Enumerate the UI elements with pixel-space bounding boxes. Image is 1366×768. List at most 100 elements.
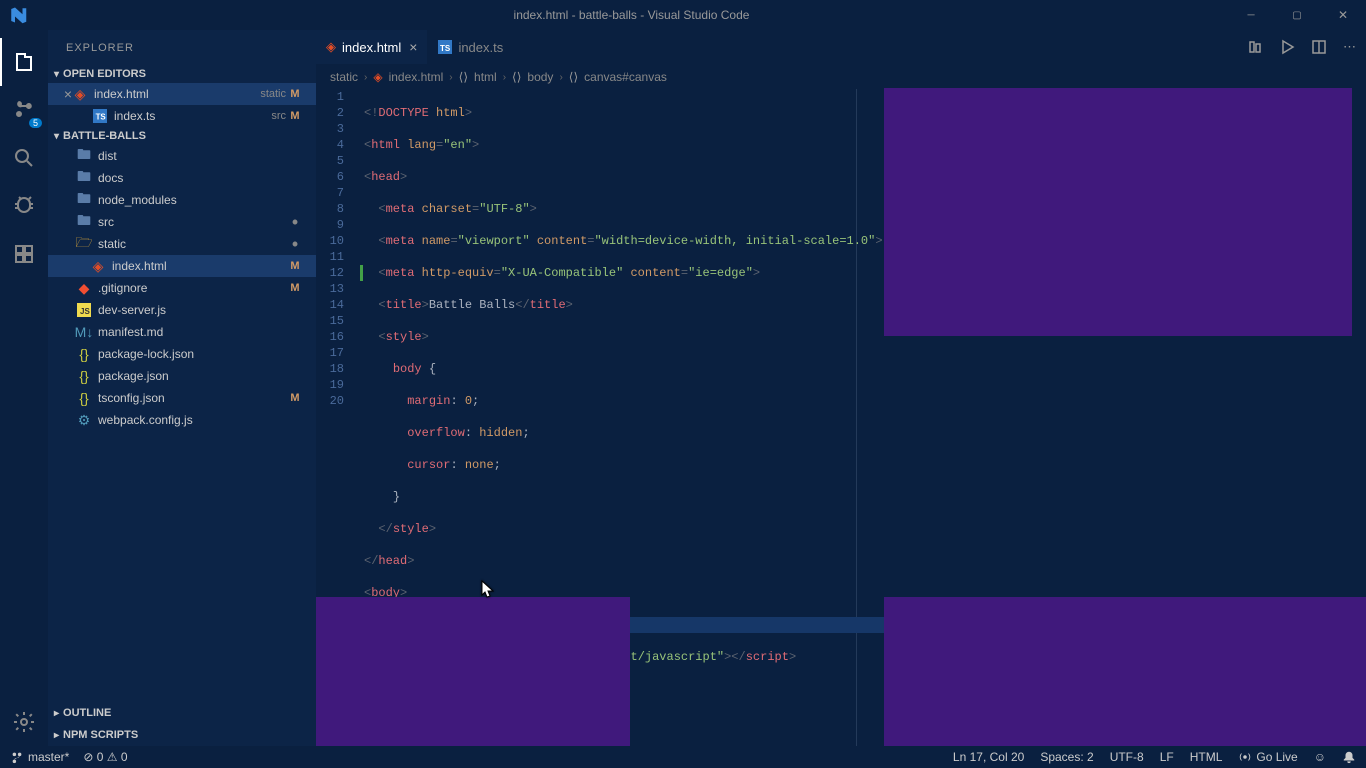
tree-folder[interactable]: 🖿node_modules: [48, 189, 316, 211]
tree-label: static: [98, 237, 286, 251]
encoding[interactable]: UTF-8: [1110, 750, 1144, 764]
tree-label: node_modules: [98, 193, 304, 207]
brackets-icon: ⟨⟩: [569, 70, 578, 84]
folder-open-icon: 🗁: [76, 236, 92, 252]
tree-file[interactable]: JSdev-server.js: [48, 299, 316, 321]
tree-file[interactable]: ⚙webpack.config.js: [48, 409, 316, 431]
brackets-icon: ⟨⟩: [459, 70, 468, 84]
html-file-icon: ◈: [72, 86, 88, 102]
brackets-icon: ⟨⟩: [512, 70, 521, 84]
tree-folder[interactable]: 🖿 dist: [48, 145, 316, 167]
eol[interactable]: LF: [1160, 750, 1174, 764]
chevron-down-icon: ▾: [54, 131, 59, 142]
breadcrumb-item[interactable]: static: [330, 70, 358, 84]
tree-label: dist: [98, 149, 304, 163]
tab-index-ts[interactable]: TS index.ts: [428, 30, 514, 64]
tree-file[interactable]: ◈index.htmlM: [48, 255, 316, 277]
npm-label: NPM SCRIPTS: [63, 729, 138, 741]
tree-folder[interactable]: 🖿src•: [48, 211, 316, 233]
chevron-right-icon: ▸: [54, 708, 59, 719]
config-file-icon: ⚙: [76, 412, 92, 428]
chevron-right-icon: ▸: [54, 730, 59, 741]
explorer-sidebar: EXPLORER ▾ OPEN EDITORS × ◈ index.html s…: [48, 30, 316, 746]
open-editors-section[interactable]: ▾ OPEN EDITORS: [48, 65, 316, 83]
modified-dot: •: [286, 241, 304, 247]
open-editor-item[interactable]: TS index.ts src M: [48, 105, 316, 127]
chevron-right-icon: ›: [559, 72, 562, 83]
open-editors-label: OPEN EDITORS: [63, 68, 146, 80]
modified-badge: M: [286, 88, 304, 100]
window-title: index.html - battle-balls - Visual Studi…: [35, 8, 1228, 22]
chevron-right-icon: ›: [503, 72, 506, 83]
ts-file-icon: TS: [92, 108, 108, 124]
folder-icon: 🖿: [76, 148, 92, 164]
html-file-icon: ◈: [326, 39, 336, 55]
tree-file[interactable]: {}package.json: [48, 365, 316, 387]
go-live[interactable]: Go Live: [1238, 750, 1297, 764]
folder-icon: 🖿: [76, 214, 92, 230]
html-file-icon: ◈: [373, 70, 382, 84]
feedback-icon[interactable]: ☺: [1314, 750, 1326, 764]
activity-explorer-icon[interactable]: [0, 38, 48, 86]
tree-label: package-lock.json: [98, 347, 304, 361]
split-editor-icon[interactable]: [1311, 39, 1327, 55]
tab-close-icon[interactable]: ×: [409, 39, 417, 55]
compare-changes-icon[interactable]: [1247, 39, 1263, 55]
chevron-right-icon: ›: [449, 72, 452, 83]
tab-index-html[interactable]: ◈ index.html ×: [316, 30, 428, 64]
window-close-button[interactable]: [1320, 0, 1366, 30]
modified-badge: M: [286, 392, 304, 404]
tree-file[interactable]: M↓manifest.md: [48, 321, 316, 343]
editor-tabs: ◈ index.html × TS index.ts ⋯: [316, 30, 1366, 65]
overlay-region: [884, 597, 1366, 746]
ts-file-icon: TS: [438, 40, 452, 54]
activity-extensions-icon[interactable]: [0, 230, 48, 278]
tree-label: .gitignore: [98, 281, 286, 295]
tree-label: tsconfig.json: [98, 391, 286, 405]
outline-label: OUTLINE: [63, 707, 111, 719]
breadcrumbs[interactable]: static › ◈ index.html › ⟨⟩ html › ⟨⟩ bod…: [316, 65, 1366, 89]
breadcrumb-item[interactable]: canvas#canvas: [584, 70, 667, 84]
more-actions-icon[interactable]: ⋯: [1343, 39, 1356, 55]
breadcrumb-item[interactable]: index.html: [389, 70, 444, 84]
tab-label: index.html: [342, 40, 401, 55]
folder-icon: 🖿: [76, 170, 92, 186]
cursor-position[interactable]: Ln 17, Col 20: [953, 750, 1024, 764]
activity-debug-icon[interactable]: [0, 182, 48, 230]
activity-scm-icon[interactable]: 5: [0, 86, 48, 134]
run-icon[interactable]: [1279, 39, 1295, 55]
notifications-icon[interactable]: [1342, 750, 1356, 764]
breadcrumb-item[interactable]: html: [474, 70, 497, 84]
open-editor-item[interactable]: × ◈ index.html static M: [48, 83, 316, 105]
git-branch[interactable]: master*: [10, 750, 69, 764]
breadcrumb-item[interactable]: body: [527, 70, 553, 84]
overlay-region: [316, 597, 630, 746]
tree-label: docs: [98, 171, 304, 185]
tree-folder-open[interactable]: 🗁 static•: [48, 233, 316, 255]
settings-gear-icon[interactable]: [0, 698, 48, 746]
json-file-icon: {}: [76, 390, 92, 406]
git-file-icon: ◆: [76, 280, 92, 296]
tree-label: dev-server.js: [98, 303, 304, 317]
tree-file[interactable]: ◆.gitignoreM: [48, 277, 316, 299]
indentation[interactable]: Spaces: 2: [1040, 750, 1093, 764]
problems-status[interactable]: ⊘ 0 ⚠ 0: [83, 750, 127, 764]
project-section[interactable]: ▾ BATTLE-BALLS: [48, 127, 316, 145]
activity-bar: 5: [0, 30, 48, 746]
tree-file[interactable]: {} tsconfig.jsonM: [48, 387, 316, 409]
file-name: index.ts: [114, 109, 265, 123]
npm-scripts-section[interactable]: ▸ NPM SCRIPTS: [48, 724, 316, 746]
tree-file[interactable]: {}package-lock.json: [48, 343, 316, 365]
file-path: static: [260, 88, 286, 100]
activity-search-icon[interactable]: [0, 134, 48, 182]
tree-label: src: [98, 215, 286, 229]
window-minimize-button[interactable]: [1228, 0, 1274, 30]
language-mode[interactable]: HTML: [1190, 750, 1223, 764]
html-file-icon: ◈: [90, 258, 106, 274]
window-maximize-button[interactable]: [1274, 0, 1320, 30]
chevron-down-icon: ▾: [54, 69, 59, 80]
tree-label: index.html: [112, 259, 286, 273]
tree-folder[interactable]: 🖿 docs: [48, 167, 316, 189]
outline-section[interactable]: ▸ OUTLINE: [48, 702, 316, 724]
svg-text:TS: TS: [440, 44, 451, 53]
